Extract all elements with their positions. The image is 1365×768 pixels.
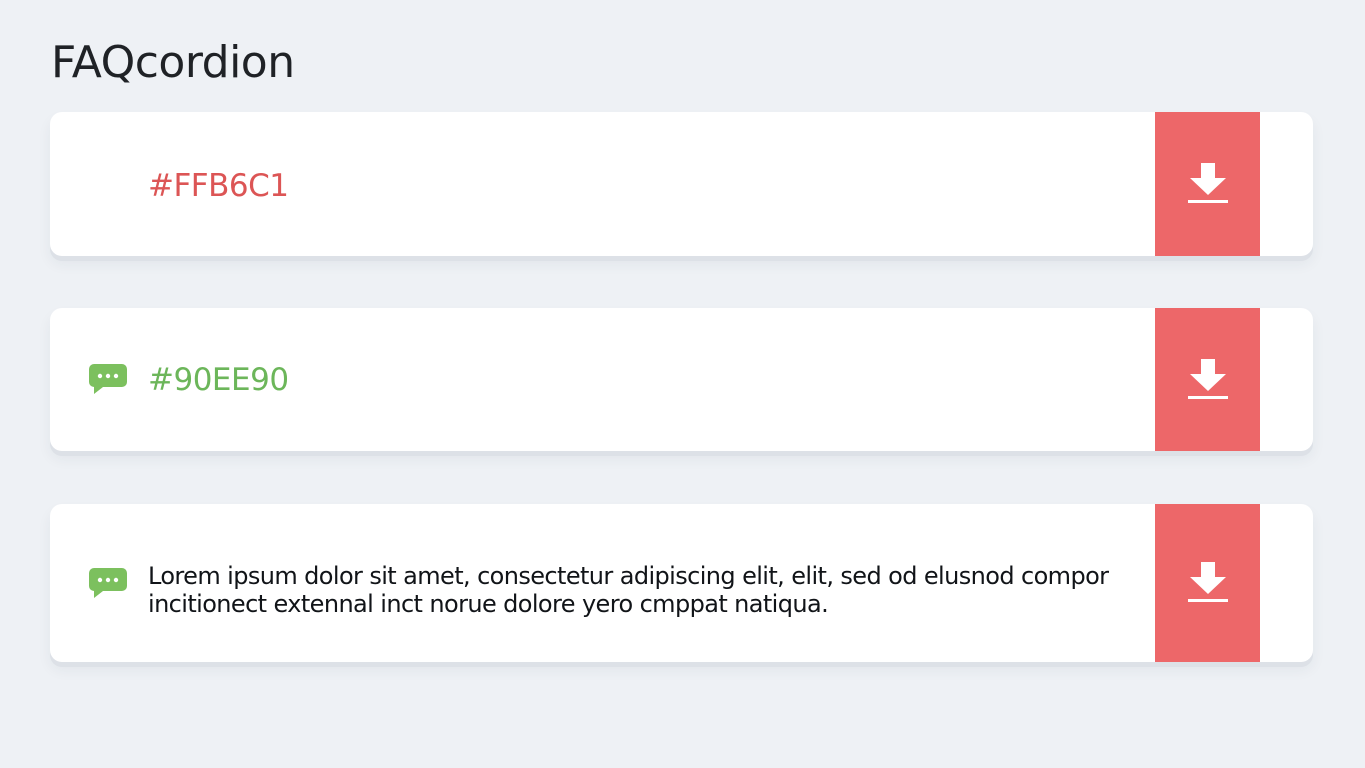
faq-item-1-label: #FFB6C1: [148, 168, 289, 204]
download-icon: [1187, 562, 1228, 602]
chat-bubble-icon: [89, 364, 127, 394]
download-button-1[interactable]: [1155, 112, 1260, 256]
download-icon: [1187, 358, 1228, 399]
faq-item-2-label: #90EE90: [148, 362, 289, 398]
faq-item-2[interactable]: #90EE90: [50, 308, 1313, 451]
download-button-3[interactable]: [1155, 504, 1260, 662]
faq-item-3-text: Lorem ipsum dolor sit amet, consectetur …: [148, 562, 1109, 618]
faq-item-1[interactable]: #FFB6C1: [50, 112, 1313, 256]
download-icon: [1187, 163, 1228, 203]
faq-item-3[interactable]: Lorem ipsum dolor sit amet, consectetur …: [50, 504, 1313, 662]
page-title: FAQcordion: [51, 37, 295, 88]
chat-bubble-icon: [89, 568, 127, 598]
download-button-2[interactable]: [1155, 308, 1260, 451]
